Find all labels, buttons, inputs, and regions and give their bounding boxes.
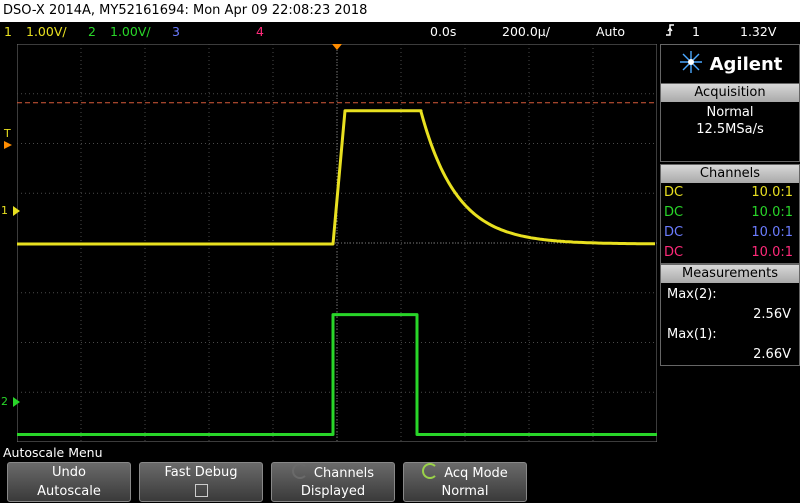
channels-displayed-button[interactable]: Channels Displayed: [271, 462, 395, 502]
trigger-time-marker: T: [4, 128, 12, 152]
brand-name: Agilent: [709, 53, 783, 75]
measurement-value: 2.56V: [753, 307, 791, 322]
measurements-title: Measurements: [661, 265, 799, 283]
channels-title: Channels: [661, 165, 799, 183]
ch2-coupling: DC: [664, 205, 684, 220]
agilent-spark-icon: [678, 49, 704, 79]
measurements-box[interactable]: Measurements Max(2): 2.56V Max(1): 2.66V: [660, 264, 800, 366]
ch2-probe: 10.0:1: [751, 205, 793, 220]
time-delay[interactable]: 0.0s: [430, 22, 456, 42]
channel-row-1: DC 10.0:1: [661, 183, 799, 203]
trigger-t-label: T: [4, 127, 11, 140]
ch4-number[interactable]: 4: [256, 22, 264, 42]
measurement-label: Max(1):: [667, 327, 717, 342]
ch2-ground-marker[interactable]: 2: [1, 395, 22, 410]
softkey-label: Normal: [441, 484, 489, 499]
undo-autoscale-button[interactable]: Undo Autoscale: [7, 462, 131, 502]
waveform-ch1: [17, 109, 655, 246]
ch3-coupling: DC: [664, 225, 684, 240]
side-panel: Agilent Acquisition Normal 12.5MSa/s Cha…: [660, 44, 800, 442]
channel-row-3: DC 10.0:1: [661, 223, 799, 243]
ch4-coupling: DC: [664, 245, 684, 260]
status-bar: 1 1.00V/ 2 1.00V/ 3 4 0.0s 200.0µ/ Auto …: [0, 22, 800, 42]
softkey-label: Fast Debug: [164, 465, 238, 480]
ch1-probe: 10.0:1: [751, 185, 793, 200]
softkey-label: Acq Mode: [444, 466, 508, 481]
brand-box: Agilent: [660, 44, 800, 84]
acquisition-box[interactable]: Acquisition Normal 12.5MSa/s: [660, 83, 800, 162]
trigger-level[interactable]: 1.32V: [740, 22, 776, 42]
ch4-probe: 10.0:1: [751, 245, 793, 260]
rotate-knob-icon: [422, 463, 439, 479]
ch1-coupling: DC: [664, 185, 684, 200]
waveform-plot[interactable]: [16, 43, 658, 443]
window-title: DSO-X 2014A, MY52161694: Mon Apr 09 22:0…: [3, 3, 368, 18]
checkbox-icon: [194, 484, 208, 497]
ch3-number[interactable]: 3: [172, 22, 180, 42]
ch1-number[interactable]: 1: [4, 22, 12, 42]
acquisition-rate: 12.5MSa/s: [696, 122, 764, 137]
channel-row-4: DC 10.0:1: [661, 243, 799, 263]
trigger-mode[interactable]: Auto: [596, 22, 625, 42]
acquisition-title: Acquisition: [661, 84, 799, 102]
ch1-ref-label: 1: [1, 204, 8, 217]
fast-debug-button[interactable]: Fast Debug: [139, 462, 263, 502]
title-bar: DSO-X 2014A, MY52161694: Mon Apr 09 22:0…: [0, 0, 800, 22]
channels-box[interactable]: Channels DC 10.0:1 DC 10.0:1 DC 10.0:1 D…: [660, 164, 800, 264]
ch3-probe: 10.0:1: [751, 225, 793, 240]
trigger-slope-icon: [664, 22, 676, 44]
trigger-position-marker: [332, 44, 342, 50]
trigger-source[interactable]: 1: [692, 22, 700, 42]
waveform-display[interactable]: [16, 43, 658, 443]
softkey-label: Undo: [52, 465, 86, 480]
acq-mode-button[interactable]: Acq Mode Normal: [403, 462, 527, 502]
softkey-label: Autoscale: [37, 484, 101, 499]
ch1-ground-marker[interactable]: 1: [1, 204, 22, 219]
rotate-knob-icon: [291, 463, 308, 479]
measurement-value: 2.66V: [753, 347, 791, 362]
acquisition-mode: Normal: [706, 105, 754, 120]
ch2-ref-label: 2: [1, 395, 8, 408]
time-scale[interactable]: 200.0µ/: [502, 22, 550, 42]
softkey-label: Displayed: [300, 484, 366, 499]
menu-title: Autoscale Menu: [3, 445, 103, 460]
ch1-scale[interactable]: 1.00V/: [26, 22, 67, 42]
ch2-number[interactable]: 2: [88, 22, 96, 42]
softkey-label: Channels: [313, 466, 375, 481]
ch2-scale[interactable]: 1.00V/: [110, 22, 151, 42]
channel-row-2: DC 10.0:1: [661, 203, 799, 223]
measurement-label: Max(2):: [667, 287, 717, 302]
